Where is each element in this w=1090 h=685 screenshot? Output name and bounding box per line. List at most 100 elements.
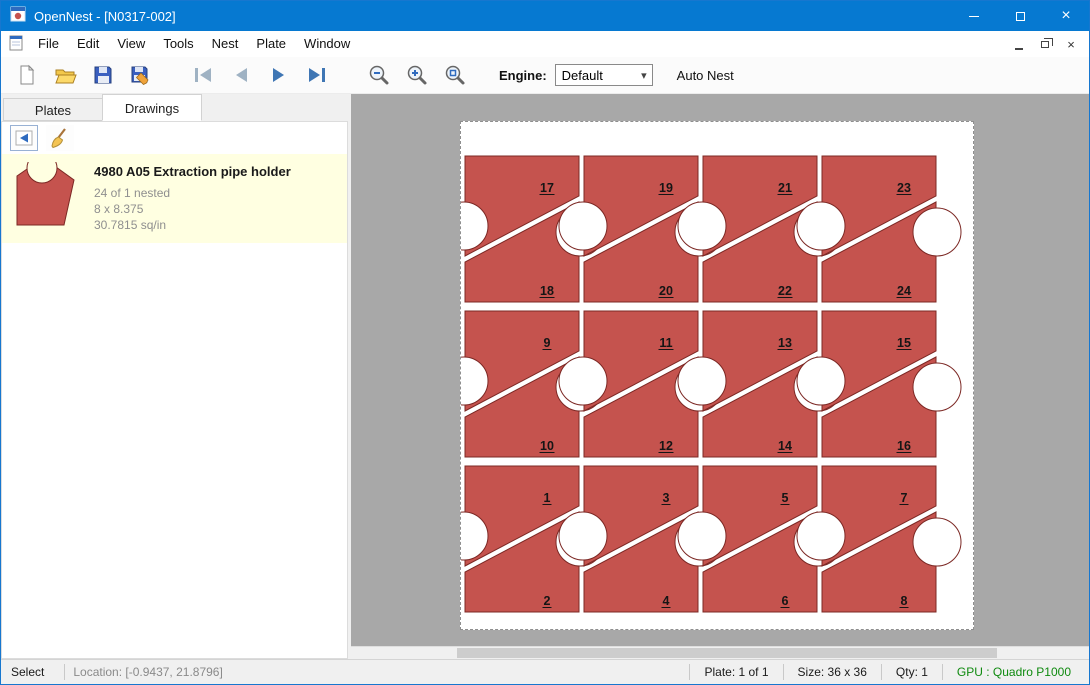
- horizontal-scrollbar[interactable]: [351, 646, 1089, 659]
- drawing-area: 30.7815 sq/in: [94, 217, 291, 233]
- broom-icon: [48, 126, 72, 150]
- scrollbar-thumb[interactable]: [457, 648, 997, 658]
- chevron-down-icon: ▾: [636, 69, 652, 82]
- mdi-restore-icon: [1041, 41, 1049, 48]
- menu-view[interactable]: View: [108, 33, 154, 55]
- open-folder-icon: [53, 63, 77, 87]
- part-number-label: 20: [659, 284, 673, 298]
- menu-tools[interactable]: Tools: [154, 33, 202, 55]
- left-panel: Plates Drawings: [1, 94, 351, 659]
- part-notch: [559, 357, 607, 405]
- part-notch: [797, 512, 845, 560]
- tab-plates[interactable]: Plates: [3, 98, 103, 121]
- drawing-list-item[interactable]: 4980 A05 Extraction pipe holder 24 of 1 …: [2, 154, 347, 243]
- window-title: OpenNest - [N0317-002]: [34, 9, 176, 24]
- part-number-label: 9: [544, 336, 551, 350]
- status-separator: [881, 664, 882, 680]
- status-gpu: GPU : Quadro P1000: [951, 665, 1089, 679]
- save-edit-icon: [129, 63, 153, 87]
- drawing-nested-count: 24 of 1 nested: [94, 185, 291, 201]
- back-arrow-button[interactable]: [10, 125, 38, 151]
- last-plate-button[interactable]: [303, 60, 331, 90]
- part-notch: [797, 357, 845, 405]
- part-number-label: 3: [663, 491, 670, 505]
- part-number-label: 10: [540, 439, 554, 453]
- part-number-label: 18: [540, 284, 554, 298]
- status-mode: Select: [1, 665, 56, 679]
- previous-plate-button[interactable]: [227, 60, 255, 90]
- part-number-label: 22: [778, 284, 792, 298]
- part-notch: [913, 518, 961, 566]
- tabstrip: Plates Drawings: [1, 94, 351, 121]
- nest-drawing[interactable]: 171819202122232491011121314151612345678: [461, 122, 973, 629]
- save-icon: [91, 63, 115, 87]
- save-button[interactable]: [89, 60, 117, 90]
- part-notch: [559, 202, 607, 250]
- part-notch: [678, 357, 726, 405]
- zoom-in-button[interactable]: [403, 60, 431, 90]
- part-number-label: 23: [897, 181, 911, 195]
- maximize-icon: [1016, 12, 1025, 21]
- part-notch: [559, 512, 607, 560]
- part-number-label: 14: [778, 439, 792, 453]
- part-notch: [913, 363, 961, 411]
- part-number-label: 17: [540, 181, 554, 195]
- menu-window[interactable]: Window: [295, 33, 359, 55]
- plate[interactable]: 171819202122232491011121314151612345678: [460, 121, 974, 630]
- menu-plate[interactable]: Plate: [247, 33, 295, 55]
- new-button[interactable]: [13, 60, 41, 90]
- mdi-restore-button[interactable]: [1035, 35, 1055, 53]
- zoom-out-icon: [367, 63, 391, 87]
- engine-dropdown-value: Default: [562, 68, 603, 83]
- maximize-button[interactable]: [997, 1, 1043, 31]
- next-arrow-icon: [266, 63, 292, 87]
- zoom-fit-button[interactable]: [441, 60, 469, 90]
- next-plate-button[interactable]: [265, 60, 293, 90]
- status-qty: Qty: 1: [890, 665, 934, 679]
- part-number-label: 5: [782, 491, 789, 505]
- minimize-icon: [969, 16, 979, 17]
- status-size: Size: 36 x 36: [792, 665, 873, 679]
- first-plate-button[interactable]: [189, 60, 217, 90]
- auto-nest-button[interactable]: Auto Nest: [677, 68, 734, 83]
- clean-button[interactable]: [46, 125, 74, 151]
- part-notch: [797, 202, 845, 250]
- open-button[interactable]: [51, 60, 79, 90]
- status-separator: [689, 664, 690, 680]
- status-plate: Plate: 1 of 1: [698, 665, 774, 679]
- mdi-minimize-button[interactable]: [1009, 35, 1029, 53]
- part-number-label: 8: [901, 594, 908, 608]
- part-number-label: 4: [663, 594, 670, 608]
- close-button[interactable]: ×: [1043, 1, 1089, 31]
- part-number-label: 12: [659, 439, 673, 453]
- part-number-label: 19: [659, 181, 673, 195]
- status-separator: [64, 664, 65, 680]
- part-thumbnail: [14, 162, 78, 233]
- save-as-button[interactable]: [127, 60, 155, 90]
- tab-drawings[interactable]: Drawings: [102, 94, 202, 121]
- nest-canvas-area[interactable]: 171819202122232491011121314151612345678: [351, 94, 1089, 659]
- menu-file[interactable]: File: [29, 33, 68, 55]
- new-file-icon: [15, 63, 39, 87]
- menu-nest[interactable]: Nest: [203, 33, 248, 55]
- status-separator: [942, 664, 943, 680]
- part-number-label: 24: [897, 284, 911, 298]
- toolbar: Engine: Default ▾ Auto Nest: [1, 57, 1089, 94]
- mdi-close-icon: ×: [1067, 38, 1075, 51]
- part-number-label: 16: [897, 439, 911, 453]
- engine-dropdown[interactable]: Default ▾: [555, 64, 653, 86]
- minimize-button[interactable]: [951, 1, 997, 31]
- drawings-panel: 4980 A05 Extraction pipe holder 24 of 1 …: [1, 121, 348, 659]
- part-notch: [678, 512, 726, 560]
- zoom-out-button[interactable]: [365, 60, 393, 90]
- menu-edit[interactable]: Edit: [68, 33, 108, 55]
- app-window: OpenNest - [N0317-002] × File Edit View …: [0, 0, 1090, 685]
- menubar: File Edit View Tools Nest Plate Window ×: [1, 31, 1089, 57]
- part-number-label: 7: [901, 491, 908, 505]
- mdi-close-button[interactable]: ×: [1061, 35, 1081, 53]
- close-icon: ×: [1061, 8, 1070, 24]
- part-number-label: 13: [778, 336, 792, 350]
- status-separator: [783, 664, 784, 680]
- part-number-label: 21: [778, 181, 792, 195]
- part-number-label: 1: [544, 491, 551, 505]
